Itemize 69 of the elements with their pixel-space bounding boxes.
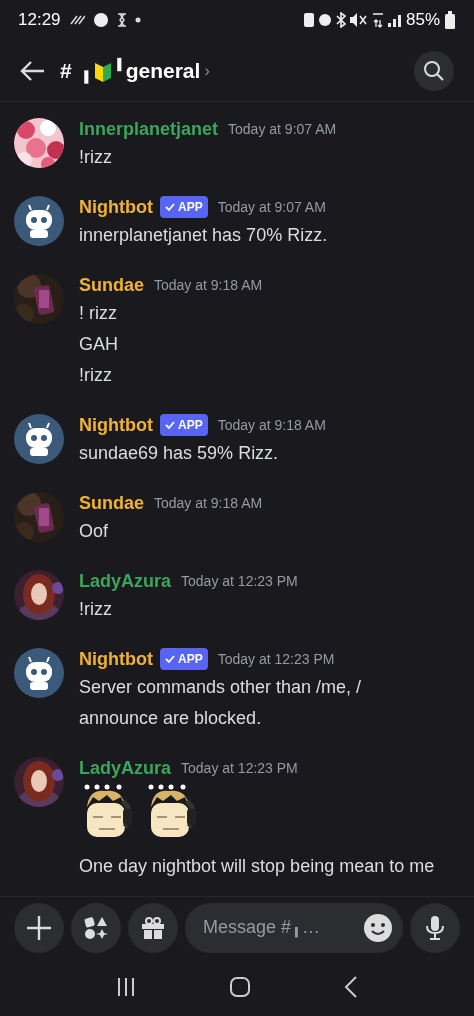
message-input[interactable]: Message #╻… [201, 913, 363, 942]
channel-prefix: ╻ [79, 57, 93, 86]
timestamp: Today at 9:07 AM [228, 119, 337, 139]
search-button[interactable] [414, 50, 454, 91]
author-name[interactable]: Innerplanetjanet [79, 115, 219, 143]
message-text: sundae69 has 59% Rizz. [79, 442, 280, 465]
message-text: Server commands other than /me, / announce are blocked. [79, 676, 363, 730]
timestamp: Today at 9:07 AM [217, 197, 326, 217]
check-icon [164, 655, 175, 665]
plus-icon [26, 914, 52, 941]
timestamp: Today at 12:23 PM [181, 758, 298, 778]
clock-time: 12:29 [18, 9, 61, 32]
home-icon[interactable] [229, 976, 251, 998]
app-badge-icon [92, 12, 109, 28]
robot-icon[interactable] [14, 648, 64, 698]
mute-icon [349, 13, 368, 27]
timestamp: Today at 12:23 PM [181, 571, 298, 591]
signal-icon [387, 13, 402, 27]
app-badge: APP [159, 414, 208, 436]
gift-button[interactable] [128, 902, 178, 953]
emoji-button[interactable] [363, 912, 393, 943]
timestamp: Today at 9:18 AM [154, 493, 263, 513]
author-name[interactable]: Sundae [79, 271, 144, 299]
message-text: Oof [79, 520, 109, 543]
chevron-icon: › [204, 58, 210, 83]
author-name[interactable]: LadyAzura [79, 754, 172, 782]
robot-icon[interactable] [14, 196, 64, 246]
back-arrow-icon [20, 59, 46, 82]
message-text: innerplanetjanet has 70% Rizz. [79, 224, 329, 247]
author-name[interactable]: LadyAzura [79, 567, 172, 595]
search-icon [423, 59, 445, 82]
timestamp: Today at 9:18 AM [154, 275, 263, 295]
apps-button[interactable] [71, 902, 121, 953]
app-badge: APP [159, 196, 208, 218]
message-text: One day nightbot will stop being mean to me [79, 855, 436, 878]
recent-apps-icon[interactable] [116, 977, 137, 997]
smiley-icon [363, 912, 393, 943]
timestamp: Today at 9:18 AM [217, 415, 326, 435]
check-icon [164, 421, 175, 431]
message-text: !rizz [79, 146, 113, 169]
back-icon[interactable] [343, 976, 358, 998]
shapes-icon [84, 915, 108, 940]
app-badge: APP [159, 648, 208, 670]
back-button[interactable] [20, 59, 46, 82]
author-name[interactable]: Nightbot [79, 645, 153, 673]
battery-level: 85% [405, 9, 440, 32]
robot-icon[interactable] [14, 414, 64, 464]
author-name[interactable]: Nightbot [79, 411, 153, 439]
message-text: !rizz [79, 364, 113, 387]
microphone-icon [425, 914, 445, 941]
check-icon [164, 203, 175, 213]
voice-button[interactable] [410, 902, 460, 953]
channel-hash: # [60, 57, 72, 84]
message-text: GAH [79, 333, 119, 356]
battery-icon [444, 11, 456, 29]
dot-icon [134, 17, 141, 23]
message-text: !rizz [79, 598, 113, 621]
message-text: ! rizz [79, 302, 118, 325]
channel-name[interactable]: ╹general [112, 54, 201, 87]
phone-icon [303, 12, 314, 28]
message-field[interactable]: Message #╻… [185, 902, 403, 953]
timestamp: Today at 12:23 PM [217, 649, 335, 669]
gift-icon [141, 915, 165, 940]
hourglass-icon [116, 12, 127, 28]
author-name[interactable]: Sundae [79, 489, 144, 517]
author-name[interactable]: Nightbot [79, 193, 153, 221]
bluetooth-icon [335, 12, 346, 28]
add-button[interactable] [14, 902, 64, 953]
data-arrows-icon [371, 12, 384, 28]
